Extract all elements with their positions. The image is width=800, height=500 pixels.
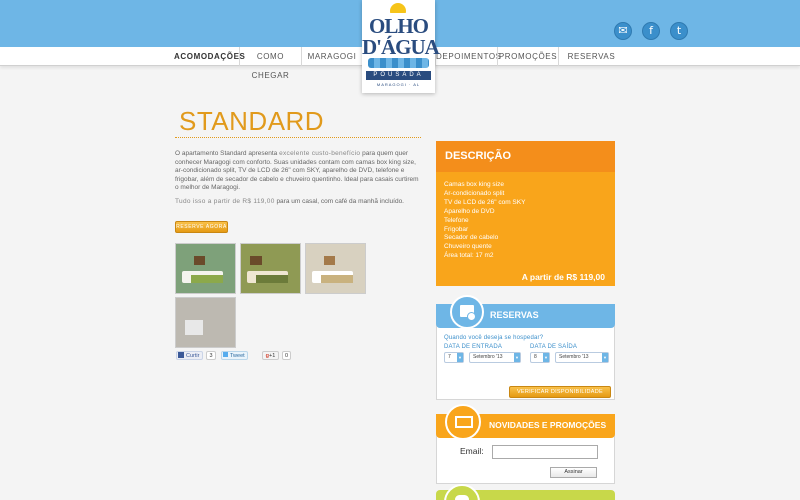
feature-item: Aparelho de DVD (444, 207, 495, 215)
nav-maragogi[interactable]: MARAGOGI (301, 47, 362, 66)
checkin-month-select[interactable]: Setembro '13 ▼ (469, 352, 521, 363)
title-divider (175, 137, 421, 138)
twitter-icon[interactable]: t (670, 22, 688, 40)
checkin-label: DATA DE ENTRADA (444, 344, 503, 350)
facebook-like-button[interactable]: Curtir (176, 351, 203, 360)
description-title: DESCRIÇÃO (445, 150, 512, 162)
facebook-count: 3 (206, 351, 216, 360)
reservations-title: RESERVAS (490, 310, 539, 320)
room-photo-2[interactable] (240, 243, 301, 294)
logo-pousada: POUSADA (366, 71, 431, 80)
envelope-icon (445, 404, 481, 440)
desc-pre: O apartamento Standard apresenta (175, 150, 280, 157)
gplus-count: 0 (282, 351, 291, 360)
feature-item: Área total: 17 m2 (444, 252, 494, 260)
testimonials-box (436, 484, 615, 500)
description-box: DESCRIÇÃO Camas box king size Ar-condici… (436, 141, 615, 286)
from-price: A partir de R$ 119,00 (521, 272, 605, 282)
logo-line2: D'ÁGUA (362, 35, 440, 59)
newsletter-title: NOVIDADES E PROMOÇÕES (489, 420, 607, 430)
tweet-button[interactable]: Tweet (221, 351, 248, 360)
nav-acomodacoes[interactable]: ACOMODAÇÕES (174, 47, 245, 66)
nav-depoimentos[interactable]: DEPOIMENTOS (435, 47, 501, 66)
reservation-question: Quando você deseja se hospedar? (444, 335, 544, 341)
facebook-like-label: Curtir (186, 353, 200, 359)
subscribe-button[interactable]: Assinar (550, 467, 597, 478)
twitter-icon (223, 352, 228, 357)
calendar-icon (450, 295, 484, 329)
email-field[interactable] (492, 445, 598, 459)
price-post: para um casal, com café da manhã incluíd… (274, 198, 404, 205)
logo-place: MARAGOGI · AL (376, 82, 421, 87)
room-description: O apartamento Standard apresenta excelen… (175, 150, 421, 193)
checkout-label: DATA DE SAÍDA (530, 344, 578, 350)
chevron-down-icon: ▼ (457, 353, 463, 362)
verify-availability-button[interactable]: VERIFICAR DISPONIBILIDADE (509, 386, 611, 398)
feature-item: Secador de cabelo (444, 234, 499, 242)
room-photo-3[interactable] (305, 243, 366, 294)
gplus-label: +1 (269, 353, 276, 359)
room-photo-1[interactable] (175, 243, 236, 294)
price-highlight: Tudo isso a partir de R$ 119,00 (175, 198, 275, 205)
checkout-day-value: 8 (534, 354, 537, 360)
gplus-button[interactable]: g+1 (262, 351, 279, 360)
sun-icon (390, 3, 406, 13)
tweet-label: Tweet (230, 353, 245, 359)
waves-icon (368, 58, 429, 68)
nav-promocoes[interactable]: PROMOÇÕES (497, 47, 558, 66)
price-text: Tudo isso a partir de R$ 119,00 para um … (175, 198, 421, 207)
feature-item: Camas box king size (444, 181, 504, 188)
feature-item: Ar-condicionado split (444, 189, 505, 197)
description-header: DESCRIÇÃO (436, 141, 615, 172)
checkout-day-select[interactable]: 8 ▼ (530, 352, 550, 363)
facebook-icon[interactable]: f (642, 22, 660, 40)
feature-list: Camas box king size Ar-condicionado spli… (444, 181, 609, 261)
facebook-icon (178, 352, 184, 358)
feature-item: TV de LCD de 26" com SKY (444, 198, 526, 206)
checkout-month-value: Setembro '13 (559, 354, 589, 360)
checkout-month-select[interactable]: Setembro '13 ▼ (555, 352, 609, 363)
desc-highlight: excelente custo-benefício (279, 150, 361, 157)
nav-reservas[interactable]: RESERVAS (558, 47, 624, 66)
checkin-day-value: 7 (448, 354, 451, 360)
checkin-day-select[interactable]: 7 ▼ (444, 352, 464, 363)
logo[interactable]: OLHO D'ÁGUA POUSADA MARAGOGI · AL (362, 0, 440, 93)
checkin-month-value: Setembro '13 (473, 354, 503, 360)
reserve-now-button[interactable]: RESERVE AGORA (175, 221, 228, 233)
nav-como-chegar[interactable]: COMO CHEGAR (239, 47, 301, 80)
feature-item: Frigobar (444, 225, 469, 233)
newsletter-box: NOVIDADES E PROMOÇÕES Email: Assinar (436, 404, 615, 484)
feature-item: Telefone (444, 216, 469, 224)
reservations-box: RESERVAS Quando você deseja se hospedar?… (436, 295, 615, 400)
tripadvisor-icon[interactable]: ✉ (614, 22, 632, 40)
chat-bubble-icon (444, 484, 480, 500)
email-label: Email: (460, 446, 484, 456)
chevron-down-icon: ▼ (543, 353, 549, 362)
chevron-down-icon: ▼ (602, 353, 608, 362)
feature-item: Chuveiro quente (444, 243, 492, 251)
room-photo-4[interactable] (175, 297, 236, 348)
page-title: STANDARD (179, 106, 325, 136)
chevron-down-icon: ▼ (514, 353, 520, 362)
